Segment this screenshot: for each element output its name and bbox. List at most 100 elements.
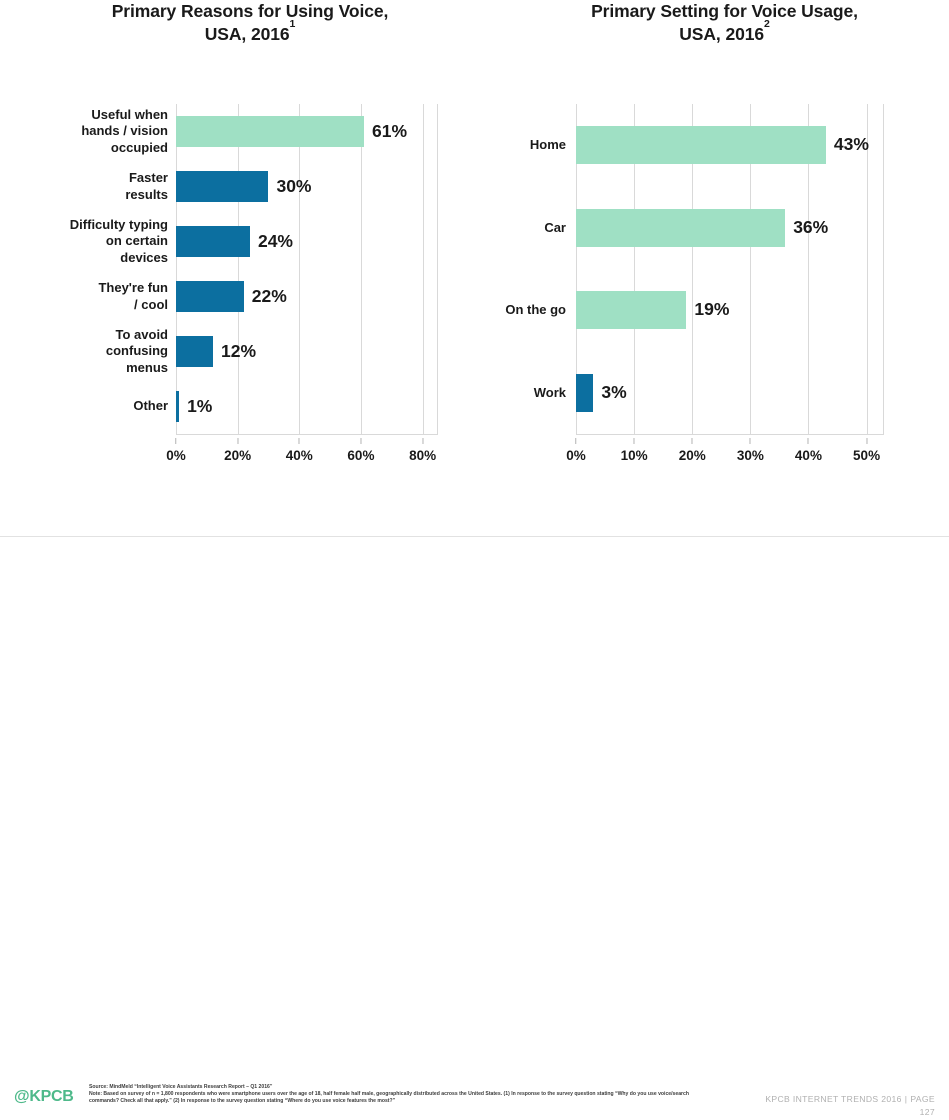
bar[interactable] (576, 126, 826, 165)
x-axis-tick: 10% (621, 438, 648, 463)
x-axis-tick: 60% (347, 438, 374, 463)
tick-mark (691, 438, 693, 444)
x-axis-ticks-reasons: 0% 20% 40% 60% 80% (166, 438, 438, 466)
x-axis-tick-label: 80% (409, 448, 437, 463)
bar-row[interactable]: They're fun / cool 22% (98, 280, 438, 312)
x-axis-tick-label: 0% (566, 448, 586, 463)
x-axis-line-setting (576, 434, 884, 435)
bar-wrapper: 24% (176, 226, 293, 257)
x-axis-line-reasons (176, 434, 438, 435)
bar-category-label: They're fun / cool (98, 280, 168, 312)
bar-category-label: Home (529, 137, 566, 153)
tick-mark (866, 438, 868, 444)
source-note: Source: MindMeld “Intelligent Voice Assi… (89, 1084, 273, 1090)
x-axis-tick: 20% (679, 438, 706, 463)
chart-title-footnote: 1 (289, 17, 296, 30)
chart-title-footnote: 2 (763, 17, 770, 30)
x-axis-tick: 0% (166, 438, 186, 463)
footer-separator: | (904, 1094, 908, 1104)
tick-mark (298, 438, 300, 444)
bar[interactable] (176, 116, 365, 147)
slide-footer: @KPCB Source: MindMeld “Intelligent Voic… (0, 537, 949, 1117)
x-axis-tick-label: 0% (166, 448, 186, 463)
plot-area-reasons: Useful when hands / vision occupied 61% Fa… (70, 104, 438, 463)
bar[interactable] (176, 171, 269, 202)
x-axis-tick-label: 20% (678, 448, 706, 463)
tick-mark (422, 438, 424, 444)
bar-wrapper: 19% (576, 291, 729, 330)
bar-category-label: Car (544, 219, 566, 235)
bar-row[interactable]: Other 1% (133, 391, 438, 422)
bar[interactable] (176, 226, 250, 257)
page-label: PAGE (910, 1094, 935, 1104)
tick-mark (749, 438, 751, 444)
slide: Primary Reasons for Using Voice, USA, 20… (0, 0, 949, 1117)
bar-wrapper: 61% (176, 116, 407, 147)
x-axis-tick-label: 40% (794, 448, 822, 463)
x-axis-tick: 30% (737, 438, 764, 463)
at-symbol-icon: @ (14, 1088, 30, 1105)
chart-panel-reasons: Primary Reasons for Using Voice, USA, 20… (0, 0, 500, 500)
x-axis-tick: 40% (286, 438, 313, 463)
bar-wrapper: 3% (576, 373, 627, 412)
bar[interactable] (576, 291, 687, 330)
bar-value-label: 36% (793, 216, 829, 237)
x-axis-tick: 0% (566, 438, 586, 463)
bar[interactable] (576, 208, 786, 247)
bar-category-label: Other (133, 398, 168, 414)
bar-row[interactable]: To avoid confusing menus 12% (106, 327, 438, 375)
tick-mark (575, 438, 577, 444)
chart-title-setting: Primary Setting for Voice Usage, USA, 20… (500, 0, 949, 46)
bar-wrapper: 22% (176, 281, 287, 312)
kpcb-logo: @KPCB (14, 1088, 74, 1106)
bar-row[interactable]: On the go 19% (505, 291, 884, 330)
x-axis-tick: 40% (795, 438, 822, 463)
x-axis-tick-label: 40% (285, 448, 313, 463)
bar-row[interactable]: Car 36% (544, 208, 884, 247)
bar[interactable] (176, 336, 213, 367)
bar-category-label: Difficulty typing on certain devices (69, 217, 168, 265)
bar-wrapper: 1% (176, 391, 212, 422)
bar[interactable] (576, 373, 594, 412)
footnotes: Source: MindMeld “Intelligent Voice Assi… (89, 1084, 689, 1105)
tick-mark (175, 438, 177, 444)
x-axis-tick-label: 30% (736, 448, 764, 463)
bar-row[interactable]: Useful when hands / vision occupied 61% (81, 107, 438, 155)
bar-value-label: 1% (187, 395, 213, 416)
bar-category-label: Work (533, 384, 566, 400)
bar-category-label: On the go (505, 302, 566, 318)
bar-value-label: 43% (833, 134, 869, 155)
footer-deck-info: KPCB INTERNET TRENDS 2016 | PAGE 127 (705, 1093, 935, 1120)
bar-wrapper: 12% (176, 336, 256, 367)
bar-row[interactable]: Difficulty typing on certain devices 24% (70, 217, 438, 265)
chart-title-line1: Primary Reasons for Using Voice, (111, 1, 389, 21)
bar-wrapper: 43% (576, 126, 869, 165)
bar-value-label: 61% (372, 120, 408, 141)
x-axis-tick-label: 10% (620, 448, 648, 463)
bar-wrapper: 30% (176, 171, 312, 202)
bar-row[interactable]: Work 3% (534, 373, 884, 412)
deck-title: KPCB INTERNET TRENDS 2016 (765, 1094, 902, 1104)
tick-mark (633, 438, 635, 444)
tick-mark (807, 438, 809, 444)
bar[interactable] (176, 281, 244, 312)
bar-value-label: 19% (694, 299, 730, 320)
chart-title-reasons: Primary Reasons for Using Voice, USA, 20… (0, 0, 500, 46)
bar-row[interactable]: Faster results 30% (125, 170, 438, 202)
chart-title-line2: USA, 2016 (679, 24, 764, 45)
bar-rows-setting: Home 43% Car 36% On the go 19% Work 3% (505, 104, 884, 434)
bar[interactable] (176, 391, 180, 422)
plot-area-setting: Home 43% Car 36% On the go 19% Work 3% 0% 10% 20%… (505, 104, 884, 463)
bar-row[interactable]: Home 43% (530, 126, 884, 165)
bar-rows-reasons: Useful when hands / vision occupied 61% Fa… (70, 104, 438, 434)
x-axis-tick-label: 20% (224, 448, 252, 463)
x-axis-tick-label: 50% (853, 448, 881, 463)
x-axis-ticks-setting: 0% 10% 20% 30% 40% 50% (566, 438, 884, 466)
methodology-note: Note: Based on survey of n = 1,800 respo… (89, 1090, 689, 1104)
page-number: 127 (919, 1107, 935, 1118)
bar-category-label: To avoid confusing menus (105, 327, 168, 375)
bar-value-label: 24% (257, 230, 293, 251)
kpcb-logo-text: KPCB (29, 1088, 74, 1105)
bar-value-label: 12% (220, 340, 257, 361)
bar-category-label: Useful when hands / vision occupied (81, 107, 168, 155)
